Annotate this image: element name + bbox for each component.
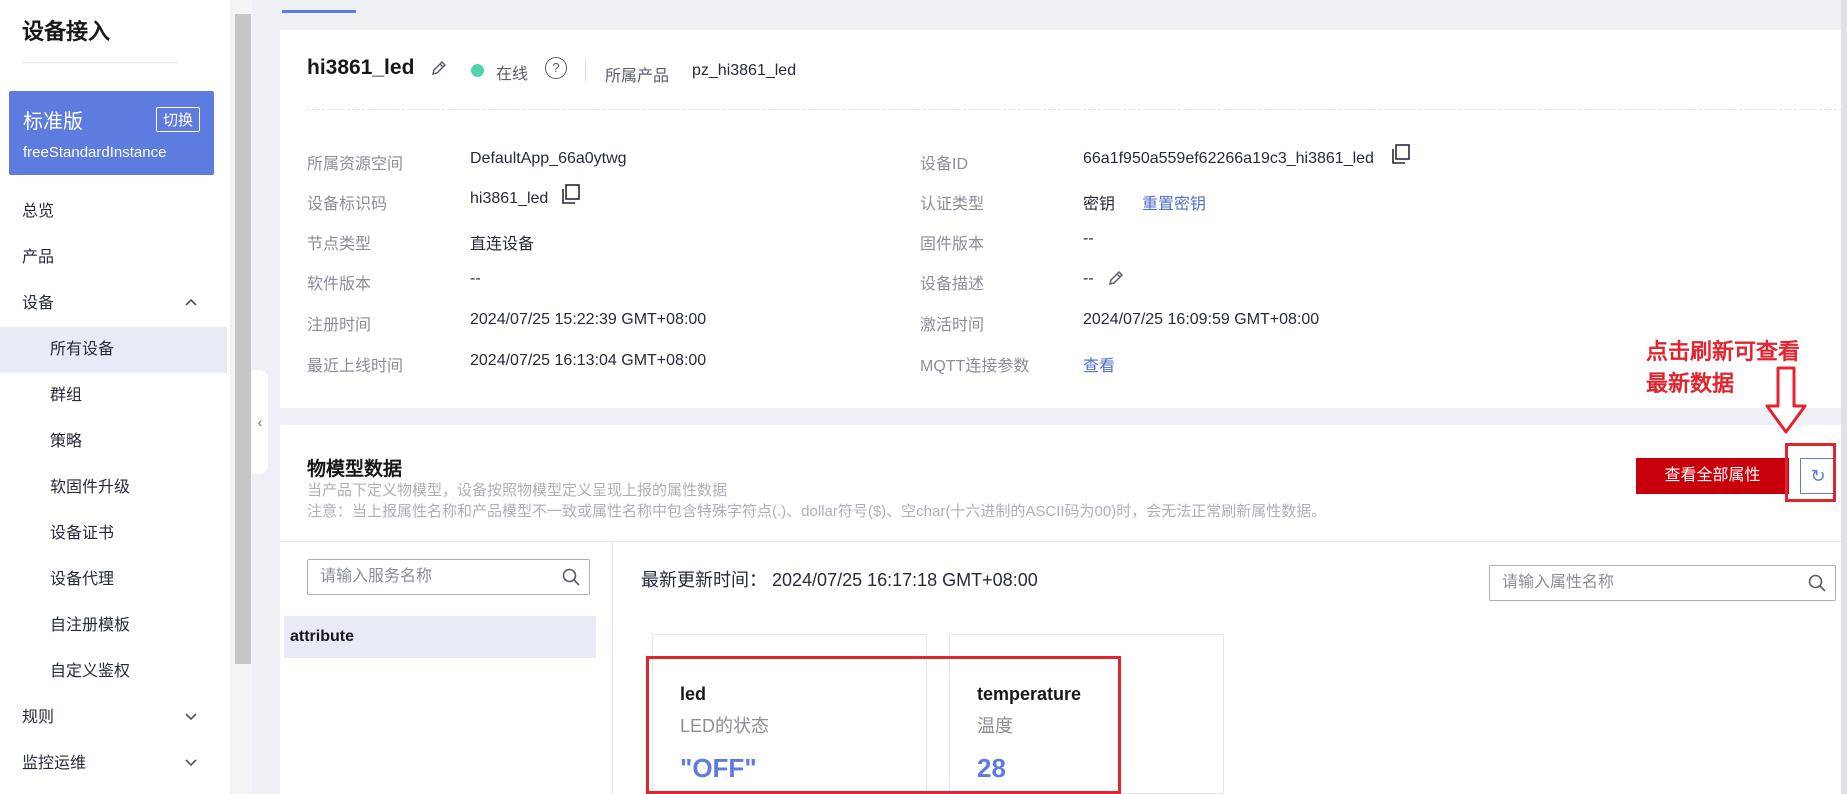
info-value: 2024/07/25 15:22:39 GMT+08:00 <box>470 311 707 328</box>
info-label: 注册时间 <box>307 317 372 334</box>
sidebar-item-groups[interactable]: 群组 <box>0 373 230 419</box>
info-value: 2024/07/25 16:13:04 GMT+08:00 <box>470 352 707 369</box>
info-label: 激活时间 <box>920 317 985 334</box>
copy-icon[interactable] <box>559 183 581 205</box>
info-value: 66a1f950a559ef62266a19c3_hi3861_led <box>1083 150 1374 167</box>
divider <box>280 541 1841 542</box>
info-label: 设备描述 <box>920 276 985 293</box>
sidebar-item-label: 设备代理 <box>50 571 115 588</box>
info-label: 设备标识码 <box>307 196 388 213</box>
info-label: 设备ID <box>920 156 969 173</box>
search-icon[interactable] <box>561 567 581 587</box>
sidebar-item-custom-auth[interactable]: 自定义鉴权 <box>0 649 230 695</box>
product-label: 所属产品 <box>605 68 670 85</box>
sidebar-item-label: 软固件升级 <box>50 479 131 496</box>
sidebar-item-registration-templates[interactable]: 自注册模板 <box>0 603 230 649</box>
info-label: 所属资源空间 <box>307 156 404 173</box>
sidebar-item-devices[interactable]: 设备 <box>0 281 230 327</box>
section-description: 当产品下定义物模型，设备按照物模型定义呈现上报的属性数据 <box>307 482 728 499</box>
sidebar-item-label: 群组 <box>50 387 83 404</box>
help-icon[interactable]: ? <box>545 57 567 79</box>
sidebar-item-label: 所有设备 <box>50 341 115 358</box>
service-list-item-attribute[interactable]: attribute <box>284 616 596 658</box>
info-value: 2024/07/25 16:09:59 GMT+08:00 <box>1083 311 1320 328</box>
info-label: 固件版本 <box>920 236 985 253</box>
sidebar-item-ota[interactable]: 软固件升级 <box>0 465 230 511</box>
info-label: 节点类型 <box>307 236 372 253</box>
info-value: -- <box>1083 230 1094 247</box>
sidebar-item-label: 设备证书 <box>50 525 115 542</box>
sidebar-item-policies[interactable]: 策略 <box>0 419 230 465</box>
sidebar-item-label: 总览 <box>22 203 55 220</box>
sidebar-item-label: 策略 <box>50 433 83 450</box>
section-warning: 注意：当上报属性名称和产品模型不一致或属性名称中包含特殊字符点(.)、dolla… <box>307 503 1327 520</box>
device-status: 在线 <box>496 66 529 83</box>
sidebar-item-monitoring[interactable]: 监控运维 <box>0 741 230 787</box>
online-status-dot <box>471 64 484 77</box>
edition-name: 标准版 <box>23 111 83 133</box>
arrow-down-icon <box>1764 366 1808 436</box>
highlight-box <box>646 656 1121 794</box>
info-value: 直连设备 <box>470 236 535 253</box>
update-time-value: 2024/07/25 16:17:18 GMT+08:00 <box>772 570 1038 590</box>
sidebar-item-rules[interactable]: 规则 <box>0 695 230 741</box>
divider <box>307 109 1847 110</box>
chevron-down-icon <box>184 695 198 741</box>
sidebar-item-label: 规则 <box>22 709 55 726</box>
service-search-input[interactable] <box>308 560 571 594</box>
switch-edition-button[interactable]: 切换 <box>155 107 200 132</box>
sidebar-title: 设备接入 <box>22 19 111 44</box>
edition-card: 标准版 切换 freeStandardInstance <box>9 91 214 175</box>
sidebar-item-certificates[interactable]: 设备证书 <box>0 511 230 557</box>
active-tab-indicator <box>282 10 356 13</box>
info-value: -- <box>470 270 481 287</box>
collapse-sidebar-button[interactable]: ‹ <box>252 370 268 474</box>
sidebar-item-proxy[interactable]: 设备代理 <box>0 557 230 603</box>
annotation-line: 点击刷新可查看 <box>1646 339 1801 364</box>
info-value: 密钥 <box>1083 196 1116 213</box>
sidebar-scrollbar-thumb[interactable] <box>235 14 251 664</box>
last-update-time: 最新更新时间： 2024/07/25 16:17:18 GMT+08:00 <box>641 566 1038 592</box>
sidebar-item-label: 监控运维 <box>22 755 87 772</box>
search-icon[interactable] <box>1807 573 1827 593</box>
property-search-input[interactable] <box>1490 566 1808 600</box>
info-label: 认证类型 <box>920 196 985 213</box>
edit-icon[interactable] <box>1106 268 1126 288</box>
info-value: hi3861_led <box>470 190 549 207</box>
sidebar-item-label: 设备 <box>22 295 55 312</box>
sidebar-item-label: 自定义鉴权 <box>50 663 131 680</box>
info-label: 最近上线时间 <box>307 358 404 375</box>
sidebar-item-products[interactable]: 产品 <box>0 235 230 281</box>
sidebar-item-overview[interactable]: 总览 <box>0 189 230 235</box>
view-all-properties-button[interactable]: 查看全部属性 <box>1636 458 1789 494</box>
service-search-field[interactable] <box>307 559 590 595</box>
reset-secret-link[interactable]: 重置密钥 <box>1142 190 1206 214</box>
instance-name: freeStandardInstance <box>23 144 167 161</box>
chevron-left-icon: ‹ <box>257 414 263 430</box>
highlight-box <box>1785 443 1836 502</box>
edit-icon[interactable] <box>429 58 449 78</box>
update-time-label: 最新更新时间： <box>641 570 767 590</box>
sidebar-item-label: 产品 <box>22 249 55 266</box>
chevron-up-icon <box>184 281 198 327</box>
section-title: 物模型数据 <box>307 459 403 480</box>
sidebar: 设备接入 标准版 切换 freeStandardInstance 总览 产品 设… <box>0 0 230 794</box>
sidebar-item-label: 自注册模板 <box>50 617 131 634</box>
divider <box>585 59 586 81</box>
info-label: MQTT连接参数 <box>920 358 1030 375</box>
divider <box>612 541 613 794</box>
device-name: hi3861_led <box>307 56 415 79</box>
property-search-field[interactable] <box>1489 565 1836 601</box>
info-label: 软件版本 <box>307 276 372 293</box>
product-value: pz_hi3861_led <box>692 62 797 79</box>
view-mqtt-params-link[interactable]: 查看 <box>1083 352 1115 376</box>
sidebar-item-all-devices[interactable]: 所有设备 <box>0 327 227 373</box>
info-value: DefaultApp_66a0ytwg <box>470 150 627 167</box>
copy-icon[interactable] <box>1389 143 1411 165</box>
divider <box>22 62 178 63</box>
chevron-down-icon <box>184 741 198 787</box>
page-scrollbar[interactable] <box>1841 0 1847 794</box>
info-value: -- <box>1083 270 1094 287</box>
